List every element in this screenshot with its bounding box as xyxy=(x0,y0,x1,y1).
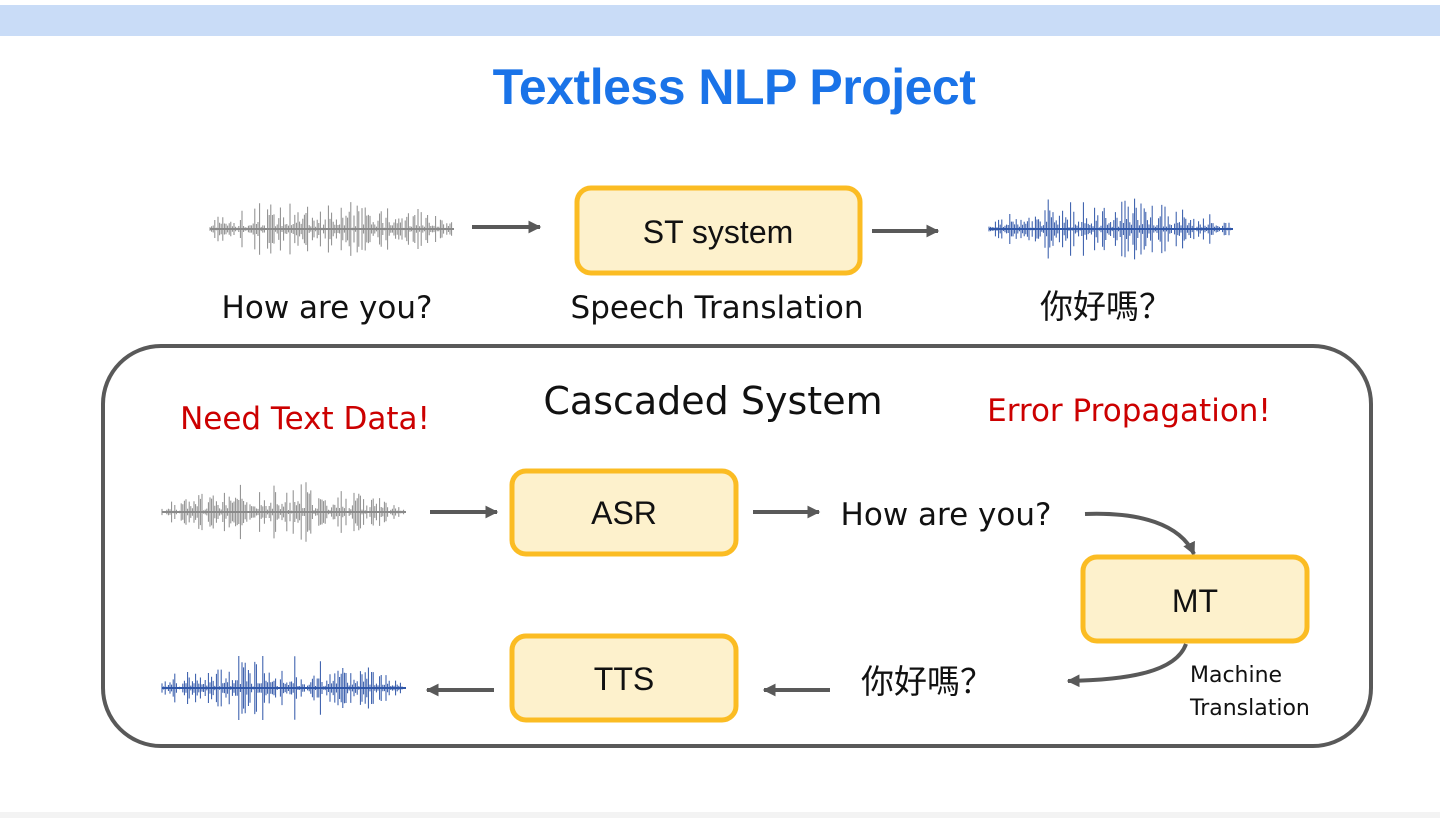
warning-need-text-data: Need Text Data! xyxy=(180,401,430,437)
cascade-source-waveform-icon xyxy=(161,482,406,542)
target-speech-waveform-icon xyxy=(988,198,1233,260)
mt-output-text: 你好嗎？ xyxy=(861,662,993,701)
st-system-label: ST system xyxy=(643,214,794,250)
target-caption: 你好嗎？ xyxy=(1040,287,1172,326)
page-title: Textless NLP Project xyxy=(493,59,977,115)
arrow-text-to-mt xyxy=(1084,511,1196,556)
source-caption: How are you? xyxy=(222,290,433,326)
warning-error-propagation: Error Propagation! xyxy=(987,393,1271,429)
arrow-mt-to-text xyxy=(1066,643,1188,688)
st-caption: Speech Translation xyxy=(571,290,864,326)
mt-label: MT xyxy=(1172,583,1218,619)
asr-output-text: How are you? xyxy=(841,497,1052,533)
cascade-title: Cascaded System xyxy=(543,379,882,423)
tts-label: TTS xyxy=(594,661,654,697)
mt-caption-line2: Translation xyxy=(1189,696,1310,721)
cascade-target-waveform-icon xyxy=(161,656,406,720)
slide: Textless NLP Project ST system How are y… xyxy=(0,0,1440,818)
source-speech-waveform-icon xyxy=(209,202,454,256)
mt-caption-line1: Machine xyxy=(1190,663,1282,688)
diagram-canvas: Textless NLP Project ST system How are y… xyxy=(101,59,1373,748)
asr-label: ASR xyxy=(591,495,657,531)
